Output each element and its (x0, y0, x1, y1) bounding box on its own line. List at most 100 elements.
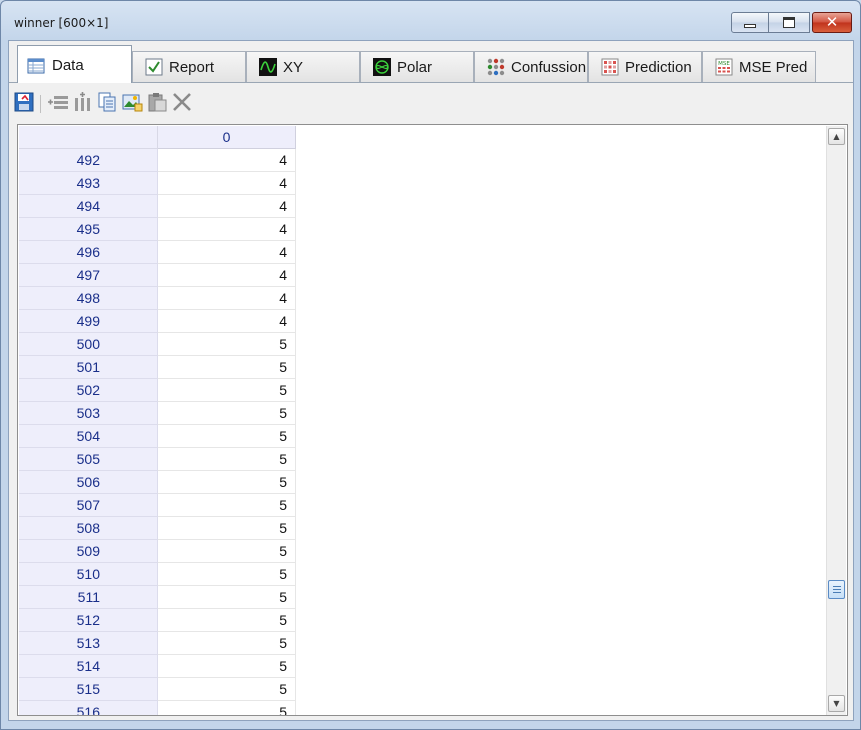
maximize-button[interactable] (769, 12, 810, 33)
close-button[interactable]: ✕ (812, 12, 852, 33)
row-header[interactable]: 495 (19, 218, 158, 241)
row-header[interactable]: 498 (19, 287, 158, 310)
row-header[interactable]: 492 (19, 149, 158, 172)
row-header[interactable]: 514 (19, 655, 158, 678)
table-row[interactable]: 492 4 (19, 149, 296, 172)
row-header[interactable]: 500 (19, 333, 158, 356)
vertical-scrollbar[interactable]: ▲ ▼ (826, 126, 846, 715)
row-header[interactable]: 496 (19, 241, 158, 264)
grid-cell[interactable]: 4 (158, 310, 296, 333)
table-row[interactable]: 500 5 (19, 333, 296, 356)
row-header[interactable]: 494 (19, 195, 158, 218)
grid-cell[interactable]: 4 (158, 241, 296, 264)
grid-cell[interactable]: 4 (158, 264, 296, 287)
grid-cell[interactable]: 5 (158, 655, 296, 678)
scroll-down-button[interactable]: ▼ (828, 695, 845, 712)
row-header[interactable]: 512 (19, 609, 158, 632)
table-row[interactable]: 507 5 (19, 494, 296, 517)
row-header[interactable]: 497 (19, 264, 158, 287)
scrollbar-thumb[interactable] (828, 580, 845, 600)
column-header[interactable]: 0 (158, 126, 296, 149)
table-row[interactable]: 515 5 (19, 678, 296, 701)
grid-cell[interactable]: 5 (158, 494, 296, 517)
title-bar[interactable]: winner [600×1] ✕ (1, 1, 860, 41)
minimize-button[interactable] (731, 12, 769, 33)
row-header[interactable]: 510 (19, 563, 158, 586)
table-row[interactable]: 505 5 (19, 448, 296, 471)
grid-cell[interactable]: 4 (158, 287, 296, 310)
scroll-up-button[interactable]: ▲ (828, 128, 845, 145)
delete-icon[interactable] (171, 91, 193, 113)
table-row[interactable]: 499 4 (19, 310, 296, 333)
grid-cell[interactable]: 5 (158, 540, 296, 563)
grid-cell[interactable]: 4 (158, 218, 296, 241)
table-row[interactable]: 494 4 (19, 195, 296, 218)
table-row[interactable]: 497 4 (19, 264, 296, 287)
row-header[interactable]: 502 (19, 379, 158, 402)
grid-cell[interactable]: 5 (158, 586, 296, 609)
save-icon[interactable] (13, 91, 35, 113)
tab-data[interactable]: Data (17, 45, 132, 83)
tab-confussion[interactable]: Confussion (474, 51, 588, 82)
row-header[interactable]: 515 (19, 678, 158, 701)
table-row[interactable]: 503 5 (19, 402, 296, 425)
tab-xy[interactable]: XY (246, 51, 360, 82)
row-header[interactable]: 503 (19, 402, 158, 425)
table-row[interactable]: 508 5 (19, 517, 296, 540)
table-row[interactable]: 498 4 (19, 287, 296, 310)
table-row[interactable]: 514 5 (19, 655, 296, 678)
table-row[interactable]: 501 5 (19, 356, 296, 379)
row-header[interactable]: 493 (19, 172, 158, 195)
table-row[interactable]: 509 5 (19, 540, 296, 563)
grid-cell[interactable]: 5 (158, 701, 296, 715)
tab-prediction[interactable]: Prediction (588, 51, 702, 82)
table-row[interactable]: 513 5 (19, 632, 296, 655)
row-header[interactable]: 516 (19, 701, 158, 715)
grid-cell[interactable]: 5 (158, 678, 296, 701)
grid-cell[interactable]: 4 (158, 149, 296, 172)
grid-cell[interactable]: 5 (158, 402, 296, 425)
row-header[interactable]: 513 (19, 632, 158, 655)
insert-column-icon[interactable] (71, 91, 93, 113)
table-row[interactable]: 516 5 (19, 701, 296, 715)
grid-cell[interactable]: 4 (158, 195, 296, 218)
grid-cell[interactable]: 5 (158, 471, 296, 494)
row-header[interactable]: 504 (19, 425, 158, 448)
row-header[interactable]: 511 (19, 586, 158, 609)
tab-report[interactable]: Report (132, 51, 246, 82)
copy-icon[interactable] (96, 91, 118, 113)
export-image-icon[interactable] (121, 91, 143, 113)
row-header[interactable]: 505 (19, 448, 158, 471)
paste-icon[interactable] (146, 91, 168, 113)
row-header[interactable]: 508 (19, 517, 158, 540)
grid-cell[interactable]: 5 (158, 425, 296, 448)
grid-cell[interactable]: 5 (158, 448, 296, 471)
grid-cell[interactable]: 5 (158, 563, 296, 586)
table-row[interactable]: 506 5 (19, 471, 296, 494)
grid-cell[interactable]: 4 (158, 172, 296, 195)
table-row[interactable]: 512 5 (19, 609, 296, 632)
grid-cell[interactable]: 5 (158, 379, 296, 402)
grid-cell[interactable]: 5 (158, 517, 296, 540)
grid-cell[interactable]: 5 (158, 333, 296, 356)
table-row[interactable]: 511 5 (19, 586, 296, 609)
row-header[interactable]: 501 (19, 356, 158, 379)
tab-polar[interactable]: Polar (360, 51, 474, 82)
table-row[interactable]: 493 4 (19, 172, 296, 195)
grid-corner[interactable] (19, 126, 158, 149)
table-row[interactable]: 496 4 (19, 241, 296, 264)
tab-mse-pred[interactable]: MSE MSE Pred (702, 51, 816, 82)
table-row[interactable]: 504 5 (19, 425, 296, 448)
row-header[interactable]: 509 (19, 540, 158, 563)
row-header[interactable]: 507 (19, 494, 158, 517)
grid-cell[interactable]: 5 (158, 356, 296, 379)
grid-cell[interactable]: 5 (158, 632, 296, 655)
add-row-icon[interactable] (47, 91, 69, 113)
table-row[interactable]: 510 5 (19, 563, 296, 586)
row-header[interactable]: 499 (19, 310, 158, 333)
table-row[interactable]: 502 5 (19, 379, 296, 402)
row-header[interactable]: 506 (19, 471, 158, 494)
grid-cell[interactable]: 5 (158, 609, 296, 632)
table-row[interactable]: 495 4 (19, 218, 296, 241)
data-grid[interactable]: 0 492 4 493 4 494 4 495 4 496 4 497 4 498 4 499 4 500 5 50… (17, 124, 848, 716)
